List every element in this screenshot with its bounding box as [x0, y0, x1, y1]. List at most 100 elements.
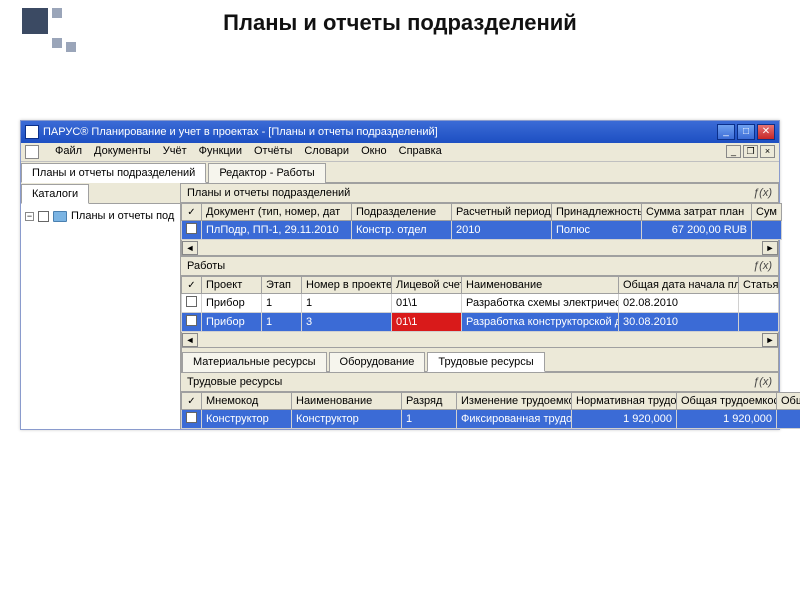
- minimize-button[interactable]: _: [717, 124, 735, 140]
- section3-title: Трудовые ресурсы: [187, 376, 282, 388]
- section1-title: Планы и отчеты подразделений: [187, 187, 350, 199]
- cell-account: 01\1: [392, 313, 462, 332]
- tab-labor-resources[interactable]: Трудовые ресурсы: [427, 352, 544, 372]
- scroll-right-icon[interactable]: ►: [762, 333, 778, 347]
- cell-num: 1: [302, 294, 392, 313]
- row-checkbox[interactable]: [186, 412, 197, 423]
- cell-period: 2010: [452, 221, 552, 240]
- col-stage[interactable]: Этап: [262, 277, 302, 294]
- tree-root-checkbox[interactable]: [38, 211, 49, 222]
- titlebar: ПАРУС® Планирование и учет в проектах - …: [21, 121, 779, 143]
- menu-functions[interactable]: Функции: [199, 145, 242, 159]
- col-check-icon: ✓: [187, 396, 195, 407]
- section3-header: Трудовые ресурсы ƒ(x): [181, 372, 779, 392]
- scroll-left-icon[interactable]: ◄: [182, 333, 198, 347]
- grid-works-header: ✓ Проект Этап Номер в проекте Лицевой сч…: [182, 277, 779, 294]
- cell-article: [739, 313, 779, 332]
- cell-article: [739, 294, 779, 313]
- table-row[interactable]: Прибор 1 3 01\1 Разработка конструкторск…: [182, 313, 779, 332]
- mdi-close-button[interactable]: ×: [760, 145, 775, 158]
- section1-fn-button[interactable]: ƒ(x): [753, 187, 772, 199]
- slide-title: Планы и отчеты подразделений: [0, 0, 800, 36]
- scroll-right-icon[interactable]: ►: [762, 241, 778, 255]
- cell-stage: 1: [262, 313, 302, 332]
- cell-date: 02.08.2010: [619, 294, 739, 313]
- cell-more: [777, 410, 800, 429]
- cell-name: Разработка схемы электрической прибора: [462, 294, 619, 313]
- cell-total: 1 920,000: [677, 410, 777, 429]
- table-row[interactable]: Прибор 1 1 01\1 Разработка схемы электри…: [182, 294, 779, 313]
- col-account[interactable]: Лицевой счет: [392, 277, 462, 294]
- tree-toggle-icon[interactable]: −: [25, 212, 34, 221]
- col-subdivision[interactable]: Подразделение: [352, 204, 452, 221]
- scroll-left-icon[interactable]: ◄: [182, 241, 198, 255]
- tree-root-row[interactable]: − Планы и отчеты под: [25, 210, 176, 222]
- mdi-minimize-button[interactable]: _: [726, 145, 741, 158]
- section2-title: Работы: [187, 260, 225, 272]
- col-period[interactable]: Расчетный период: [452, 204, 552, 221]
- col-name[interactable]: Наименование: [462, 277, 619, 294]
- col-rank[interactable]: Разряд: [402, 393, 457, 410]
- cell-num: 3: [302, 313, 392, 332]
- tab-catalogs[interactable]: Каталоги: [21, 184, 89, 204]
- col-article[interactable]: Статья: [739, 277, 779, 294]
- col-document[interactable]: Документ (тип, номер, дат: [202, 204, 352, 221]
- cell-date: 30.08.2010: [619, 313, 739, 332]
- menu-documents[interactable]: Документы: [94, 145, 151, 159]
- folder-icon: [53, 211, 67, 222]
- app-icon: [25, 125, 39, 139]
- window-title: ПАРУС® Планирование и учет в проектах - …: [43, 126, 438, 138]
- col-mnemo[interactable]: Мнемокод: [202, 393, 292, 410]
- app-window: ПАРУС® Планирование и учет в проектах - …: [20, 120, 780, 430]
- col-total[interactable]: Общая трудоемкость: [677, 393, 777, 410]
- col-change[interactable]: Изменение трудоемко: [457, 393, 572, 410]
- slide-decoration: [22, 8, 76, 55]
- col-cost-plan[interactable]: Сумма затрат план: [642, 204, 752, 221]
- cell-account: 01\1: [392, 294, 462, 313]
- section3-fn-button[interactable]: ƒ(x): [753, 376, 772, 388]
- table-row[interactable]: Конструктор Конструктор 1 Фиксированная …: [182, 410, 800, 429]
- tree-root-label: Планы и отчеты под: [71, 210, 174, 222]
- col-more[interactable]: Обще: [777, 393, 800, 410]
- menu-reports[interactable]: Отчёты: [254, 145, 292, 159]
- row-checkbox[interactable]: [186, 315, 197, 326]
- cell-cost-plan: 67 200,00 RUB: [642, 221, 752, 240]
- tab-equipment[interactable]: Оборудование: [329, 352, 426, 372]
- col-belonging[interactable]: Принадлежность: [552, 204, 642, 221]
- col-check-icon: ✓: [187, 207, 195, 218]
- col-start-date[interactable]: Общая дата начала план: [619, 277, 739, 294]
- row-checkbox[interactable]: [186, 223, 197, 234]
- col-sum-more[interactable]: Сум: [752, 204, 782, 221]
- row-checkbox[interactable]: [186, 296, 197, 307]
- grid-works: ✓ Проект Этап Номер в проекте Лицевой сч…: [181, 276, 779, 332]
- close-button[interactable]: ✕: [757, 124, 775, 140]
- cell-more: [752, 221, 782, 240]
- cell-rank: 1: [402, 410, 457, 429]
- menu-file[interactable]: Файл: [55, 145, 82, 159]
- cell-document: ПлПодр, ПП-1, 29.11.2010: [202, 221, 352, 240]
- menu-accounting[interactable]: Учёт: [163, 145, 187, 159]
- menu-dictionaries[interactable]: Словари: [304, 145, 349, 159]
- section2-hscroll[interactable]: ◄ ►: [181, 332, 779, 348]
- tab-material-resources[interactable]: Материальные ресурсы: [182, 352, 327, 372]
- maximize-button[interactable]: □: [737, 124, 755, 140]
- cell-mnemo: Конструктор: [202, 410, 292, 429]
- grid-labor: ✓ Мнемокод Наименование Разряд Изменение…: [181, 392, 800, 429]
- section1-hscroll[interactable]: ◄ ►: [181, 240, 779, 256]
- cell-belonging: Полюс: [552, 221, 642, 240]
- mdi-restore-button[interactable]: ❐: [743, 145, 758, 158]
- tab-editor-works[interactable]: Редактор - Работы: [208, 163, 325, 183]
- grid-plans-header: ✓ Документ (тип, номер, дат Подразделени…: [182, 204, 782, 221]
- col-num-in-project[interactable]: Номер в проекте: [302, 277, 392, 294]
- tab-plans[interactable]: Планы и отчеты подразделений: [21, 163, 206, 183]
- col-project[interactable]: Проект: [202, 277, 262, 294]
- section2-fn-button[interactable]: ƒ(x): [753, 260, 772, 272]
- cell-subdivision: Констр. отдел: [352, 221, 452, 240]
- section1-header: Планы и отчеты подразделений ƒ(x): [181, 183, 779, 203]
- menu-window[interactable]: Окно: [361, 145, 387, 159]
- menu-help[interactable]: Справка: [399, 145, 442, 159]
- table-row[interactable]: ПлПодр, ПП-1, 29.11.2010 Констр. отдел 2…: [182, 221, 782, 240]
- col-name[interactable]: Наименование: [292, 393, 402, 410]
- resource-tab-strip: Материальные ресурсы Оборудование Трудов…: [181, 348, 779, 372]
- col-norm[interactable]: Нормативная трудоем: [572, 393, 677, 410]
